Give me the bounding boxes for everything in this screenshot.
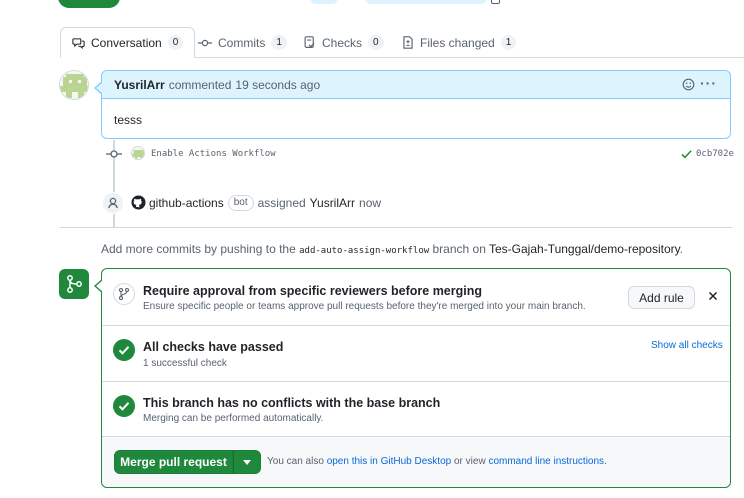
comment-card: YusrilArr commented 19 seconds ago ··· t… <box>94 70 731 139</box>
footer-middle: or view <box>453 456 486 467</box>
tab-checks[interactable]: Checks 0 <box>293 27 395 58</box>
avatar[interactable] <box>59 70 89 100</box>
add-rule-button[interactable]: Add rule <box>628 286 695 309</box>
conflicts-title: This branch has no conflicts with the ba… <box>143 396 441 410</box>
head-branch-chip[interactable] <box>365 0 487 4</box>
comment-header: YusrilArr commented 19 seconds ago ··· <box>102 71 730 99</box>
tab-commits[interactable]: Commits 1 <box>187 27 298 58</box>
merge-method-dropdown[interactable] <box>233 450 261 474</box>
tab-label: Conversation <box>91 35 162 50</box>
merge-box: Require approval from specific reviewers… <box>94 268 731 488</box>
base-branch-chip[interactable] <box>310 0 338 4</box>
tab-label: Commits <box>218 35 266 50</box>
smiley-icon[interactable] <box>682 78 695 91</box>
conflicts-section: This branch has no conflicts with the ba… <box>102 382 730 437</box>
avatar[interactable] <box>131 146 145 160</box>
push-info-prefix: Add more commits by pushing to the <box>101 242 296 256</box>
tab-files-changed[interactable]: Files changed 1 <box>391 27 527 58</box>
copy-icon[interactable] <box>491 0 500 4</box>
close-icon[interactable] <box>706 289 720 303</box>
footer-prefix: You can also <box>267 456 324 467</box>
commit-sha[interactable]: 0cb702e <box>696 149 734 159</box>
comment-discussion-icon <box>72 37 85 49</box>
event-time[interactable]: now <box>359 196 381 210</box>
commit-message[interactable]: Enable Actions Workflow <box>151 149 276 159</box>
command-line-instructions-link[interactable]: command line instructions <box>488 456 604 467</box>
show-all-checks-link[interactable]: Show all checks <box>651 340 723 351</box>
event-action: assigned <box>257 196 306 210</box>
merge-footer: Merge pull request You can also open thi… <box>102 437 730 487</box>
event-actor[interactable]: github-actions <box>149 196 224 210</box>
triangle-down-icon <box>243 459 251 465</box>
comment-author[interactable]: YusrilArr <box>114 78 165 92</box>
footer-suffix: . <box>604 456 607 467</box>
conflicts-subtitle: Merging can be performed automatically. <box>143 413 324 424</box>
tab-label: Files changed <box>420 35 495 50</box>
merge-footer-text: You can also open this in GitHub Desktop… <box>267 456 607 467</box>
comment-body: tesss <box>114 113 143 127</box>
push-info-middle: branch on <box>432 242 486 256</box>
check-circle-icon <box>113 339 135 361</box>
tab-label: Checks <box>322 35 363 50</box>
check-circle-icon <box>113 395 135 417</box>
push-info: Add more commits by pushing to the add-a… <box>101 242 683 256</box>
bot-badge: bot <box>227 195 254 211</box>
checks-section: All checks have passed 1 successful chec… <box>102 326 730 382</box>
file-diff-icon <box>402 36 414 49</box>
pr-state-badge <box>58 0 120 8</box>
kebab-horizontal-icon[interactable]: ··· <box>700 76 717 90</box>
branch-name[interactable]: add-auto-assign-workflow <box>299 246 430 256</box>
checks-title: All checks have passed <box>143 340 284 354</box>
git-commit-icon <box>198 38 212 48</box>
repo-link[interactable]: Tes-Gajah-Tunggal/demo-repository <box>489 242 680 256</box>
rule-subtitle: Ensure specific people or teams approve … <box>143 301 586 312</box>
assign-event: github-actions bot assigned YusrilArr no… <box>149 195 381 211</box>
tab-conversation[interactable]: Conversation 0 <box>60 27 196 58</box>
checks-subtitle: 1 successful check <box>143 358 227 369</box>
push-info-suffix: . <box>679 242 684 256</box>
tab-counter: 1 <box>271 35 287 50</box>
tab-counter: 0 <box>167 35 184 50</box>
merge-pull-request-button[interactable]: Merge pull request <box>114 450 233 474</box>
event-assignee[interactable]: YusrilArr <box>310 196 355 210</box>
person-icon-badge <box>102 192 124 214</box>
git-branch-icon <box>113 283 135 305</box>
git-commit-icon <box>106 149 122 159</box>
github-mark-icon[interactable] <box>131 195 146 210</box>
branch-protection-section: Require approval from specific reviewers… <box>102 269 730 326</box>
tab-counter: 1 <box>500 35 517 50</box>
comment-action: commented <box>168 77 232 92</box>
comment-timestamp[interactable]: 19 seconds ago <box>235 78 320 92</box>
rule-title: Require approval from specific reviewers… <box>143 284 483 298</box>
git-merge-icon <box>59 269 89 299</box>
open-in-desktop-link[interactable]: open this in GitHub Desktop <box>327 456 452 467</box>
timeline-divider <box>60 227 732 228</box>
check-icon[interactable] <box>681 149 692 159</box>
tab-counter: 0 <box>368 35 384 50</box>
checklist-icon <box>304 36 316 49</box>
